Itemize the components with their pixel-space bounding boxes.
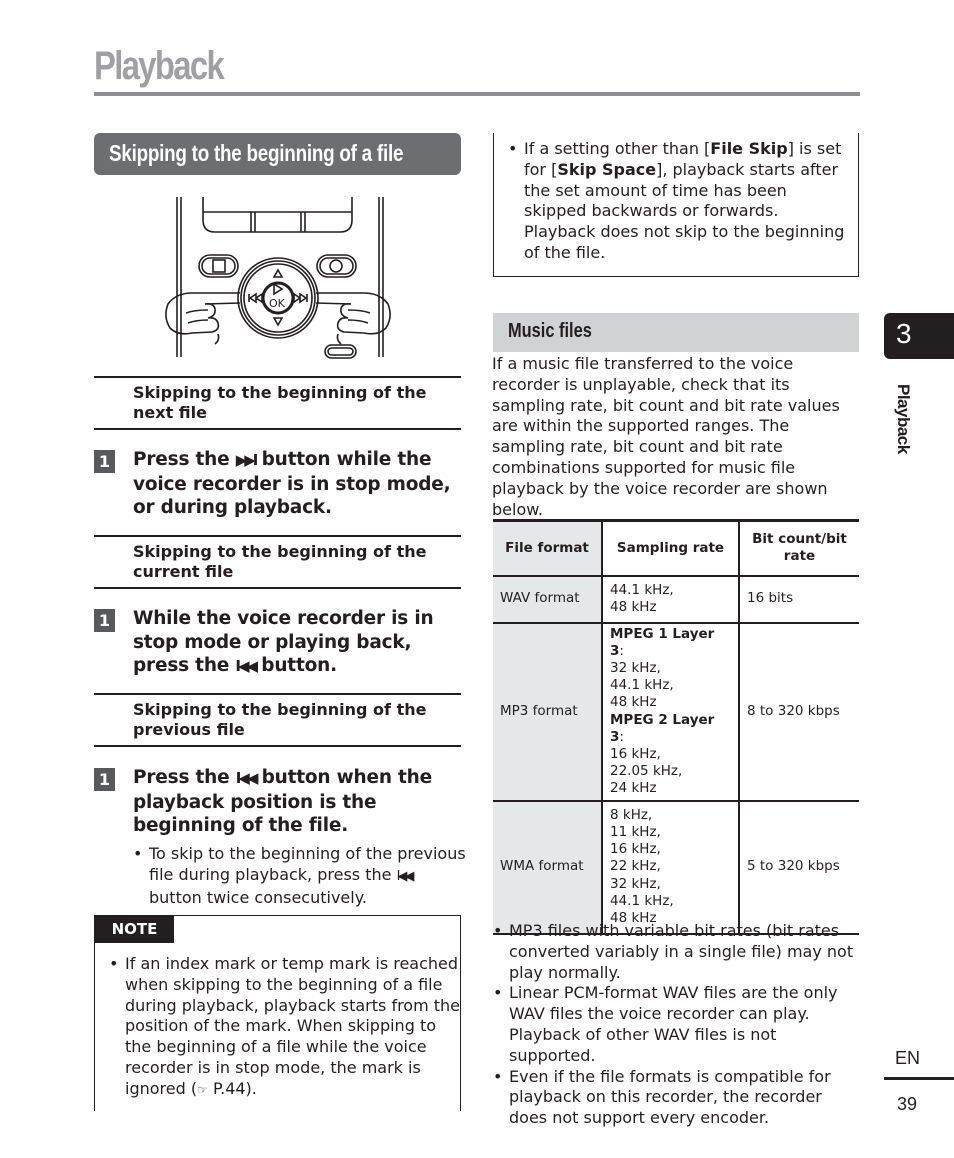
page-title: Playback xyxy=(94,44,225,88)
section-heading-text: Skipping to the beginning of a file xyxy=(109,140,404,166)
chapter-tab[interactable]: 3 xyxy=(884,313,954,359)
step-number: 1 xyxy=(94,450,115,473)
previous-file-tip: To skip to the beginning of the previous… xyxy=(133,844,468,908)
music-files-heading: Music files xyxy=(493,313,859,352)
table-header-row: File format Sampling rate Bit count/bit … xyxy=(493,520,859,576)
page-reference-link[interactable]: P.44 xyxy=(208,1079,246,1098)
cell-bitrate: 5 to 320 kbps xyxy=(738,800,859,934)
table-row: MP3 format MPEG 1 Layer 3: 32 kHz, 44.1 … xyxy=(493,622,859,801)
header-bit-rate: Bit count/bit rate xyxy=(738,520,859,576)
reference-icon: ☞ xyxy=(197,1082,208,1097)
cell-bitrate: 16 bits xyxy=(738,575,859,623)
header-file-format: File format xyxy=(493,520,603,576)
cell-format: WMA format xyxy=(493,800,603,934)
list-item: MP3 files with variable bit rates (bit r… xyxy=(493,921,863,983)
header-sampling-rate: Sampling rate xyxy=(601,520,740,576)
skip-back-icon: I◀◀ xyxy=(235,657,258,675)
note-box: NOTE If an index mark or temp mark is re… xyxy=(94,915,461,1111)
section-heading: Skipping to the beginning of a file xyxy=(94,133,461,175)
step-text: Press the I◀◀ button when the playback p… xyxy=(133,767,433,836)
music-files-intro: If a music file transferred to the voice… xyxy=(492,354,840,519)
cell-format: WAV format xyxy=(493,575,603,623)
skip-back-icon: I◀◀ xyxy=(235,769,259,787)
subheading-next-file: Skipping to the beginning of the next fi… xyxy=(94,376,461,430)
stop-button-icon xyxy=(198,254,239,278)
step-number: 1 xyxy=(94,609,115,632)
menu-button-icon xyxy=(324,344,357,359)
step-text: Press the ▶▶I button while the voice rec… xyxy=(133,449,451,518)
cell-sampling: 8 kHz, 11 kHz, 16 kHz, 22 kHz, 32 kHz, 4… xyxy=(601,800,740,934)
skip-forward-icon: ▶▶I xyxy=(235,451,259,469)
footer-rule xyxy=(884,1077,954,1080)
note-label: NOTE xyxy=(95,916,174,943)
skip-space-note: If a setting other than [File Skip] is s… xyxy=(493,133,859,277)
list-item: Even if the file formats is compatible f… xyxy=(493,1067,863,1129)
cell-format: MP3 format xyxy=(493,622,603,801)
step-number: 1 xyxy=(94,768,115,791)
skip-space-text: If a setting other than [File Skip] is s… xyxy=(508,139,848,264)
cell-sampling: MPEG 1 Layer 3: 32 kHz, 44.1 kHz, 48 kHz… xyxy=(601,622,740,801)
table-row: WAV format 44.1 kHz, 48 kHz 16 bits xyxy=(493,575,859,623)
music-notes-list: MP3 files with variable bit rates (bit r… xyxy=(493,921,863,1129)
list-item: Linear PCM-format WAV files are the only… xyxy=(493,983,863,1066)
cell-sampling: 44.1 kHz, 48 kHz xyxy=(601,575,740,623)
subheading-previous-file: Skipping to the beginning of the previou… xyxy=(94,693,461,747)
title-rule xyxy=(94,92,860,96)
dpad-icon: OK xyxy=(237,257,319,339)
recorder-illustration: OK xyxy=(165,197,391,359)
step-text: While the voice recorder is in stop mode… xyxy=(133,608,434,676)
page-number: 39 xyxy=(897,1094,918,1114)
music-files-heading-text: Music files xyxy=(508,320,592,342)
chapter-label: Playback xyxy=(894,384,913,454)
table-row: WMA format 8 kHz, 11 kHz, 16 kHz, 22 kHz… xyxy=(493,800,859,934)
subheading-current-file: Skipping to the beginning of the current… xyxy=(94,535,461,589)
skip-back-icon: I◀◀ xyxy=(396,868,415,884)
cell-bitrate: 8 to 320 kbps xyxy=(738,622,859,801)
chapter-number: 3 xyxy=(896,318,912,349)
format-table: File format Sampling rate Bit count/bit … xyxy=(493,519,859,935)
record-button-icon xyxy=(316,254,357,278)
note-text: If an index mark or temp mark is reached… xyxy=(109,954,461,1101)
ok-label: OK xyxy=(269,297,286,310)
language-label: EN xyxy=(895,1048,921,1068)
